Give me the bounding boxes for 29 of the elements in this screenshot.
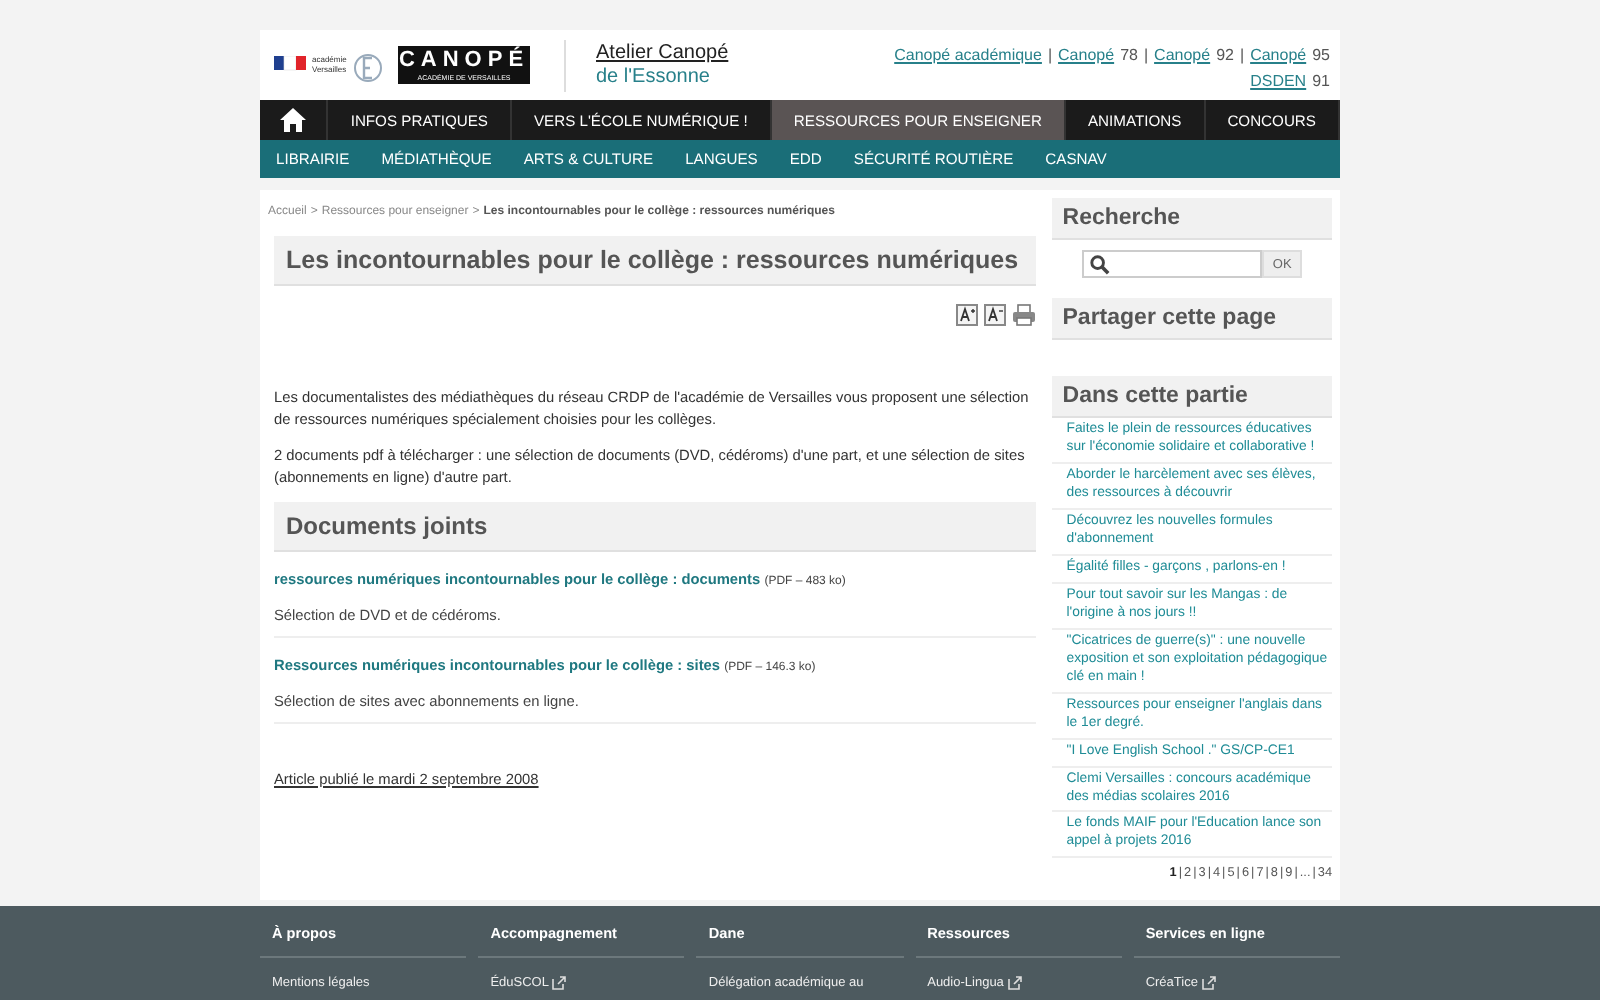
article-title: Les incontournables pour le collège : ressources numériques [274, 236, 1037, 286]
link-number: 91 [1312, 72, 1330, 90]
external-link-icon [1201, 976, 1216, 990]
header-link[interactable]: Canopé [1250, 46, 1307, 64]
site-subtitle: de l'Essonne [596, 65, 712, 89]
print-icon[interactable] [1012, 304, 1037, 326]
font-smaller-icon[interactable] [984, 304, 1007, 326]
search-heading: Recherche [1052, 198, 1332, 240]
separator-text: | [1143, 46, 1149, 64]
header-link[interactable]: DSDEN [1250, 72, 1307, 90]
header-link[interactable]: Canopé [1154, 46, 1211, 64]
header-link[interactable]: Canopé académique [894, 46, 1042, 64]
external-link-icon [552, 976, 567, 990]
home-icon [280, 108, 307, 132]
section-heading: Dans cette partie [1052, 376, 1332, 418]
link-number: 95 [1312, 46, 1330, 64]
share-heading: Partager cette page [1052, 298, 1332, 340]
external-link-icon [1007, 976, 1022, 990]
link-number: 92 [1216, 46, 1234, 64]
header-link[interactable]: Canopé [1058, 46, 1115, 64]
link-number: 78 [1120, 46, 1138, 64]
separator-text: | [1047, 46, 1053, 64]
site-title[interactable]: Atelier Canopé [596, 41, 729, 65]
search-field[interactable] [1082, 250, 1263, 278]
flag-icon [274, 55, 306, 75]
search-icon [1090, 253, 1111, 275]
attachments-heading: Documents joints [274, 501, 1037, 552]
font-larger-icon[interactable] [956, 304, 979, 326]
separator-text: | [1239, 46, 1245, 64]
